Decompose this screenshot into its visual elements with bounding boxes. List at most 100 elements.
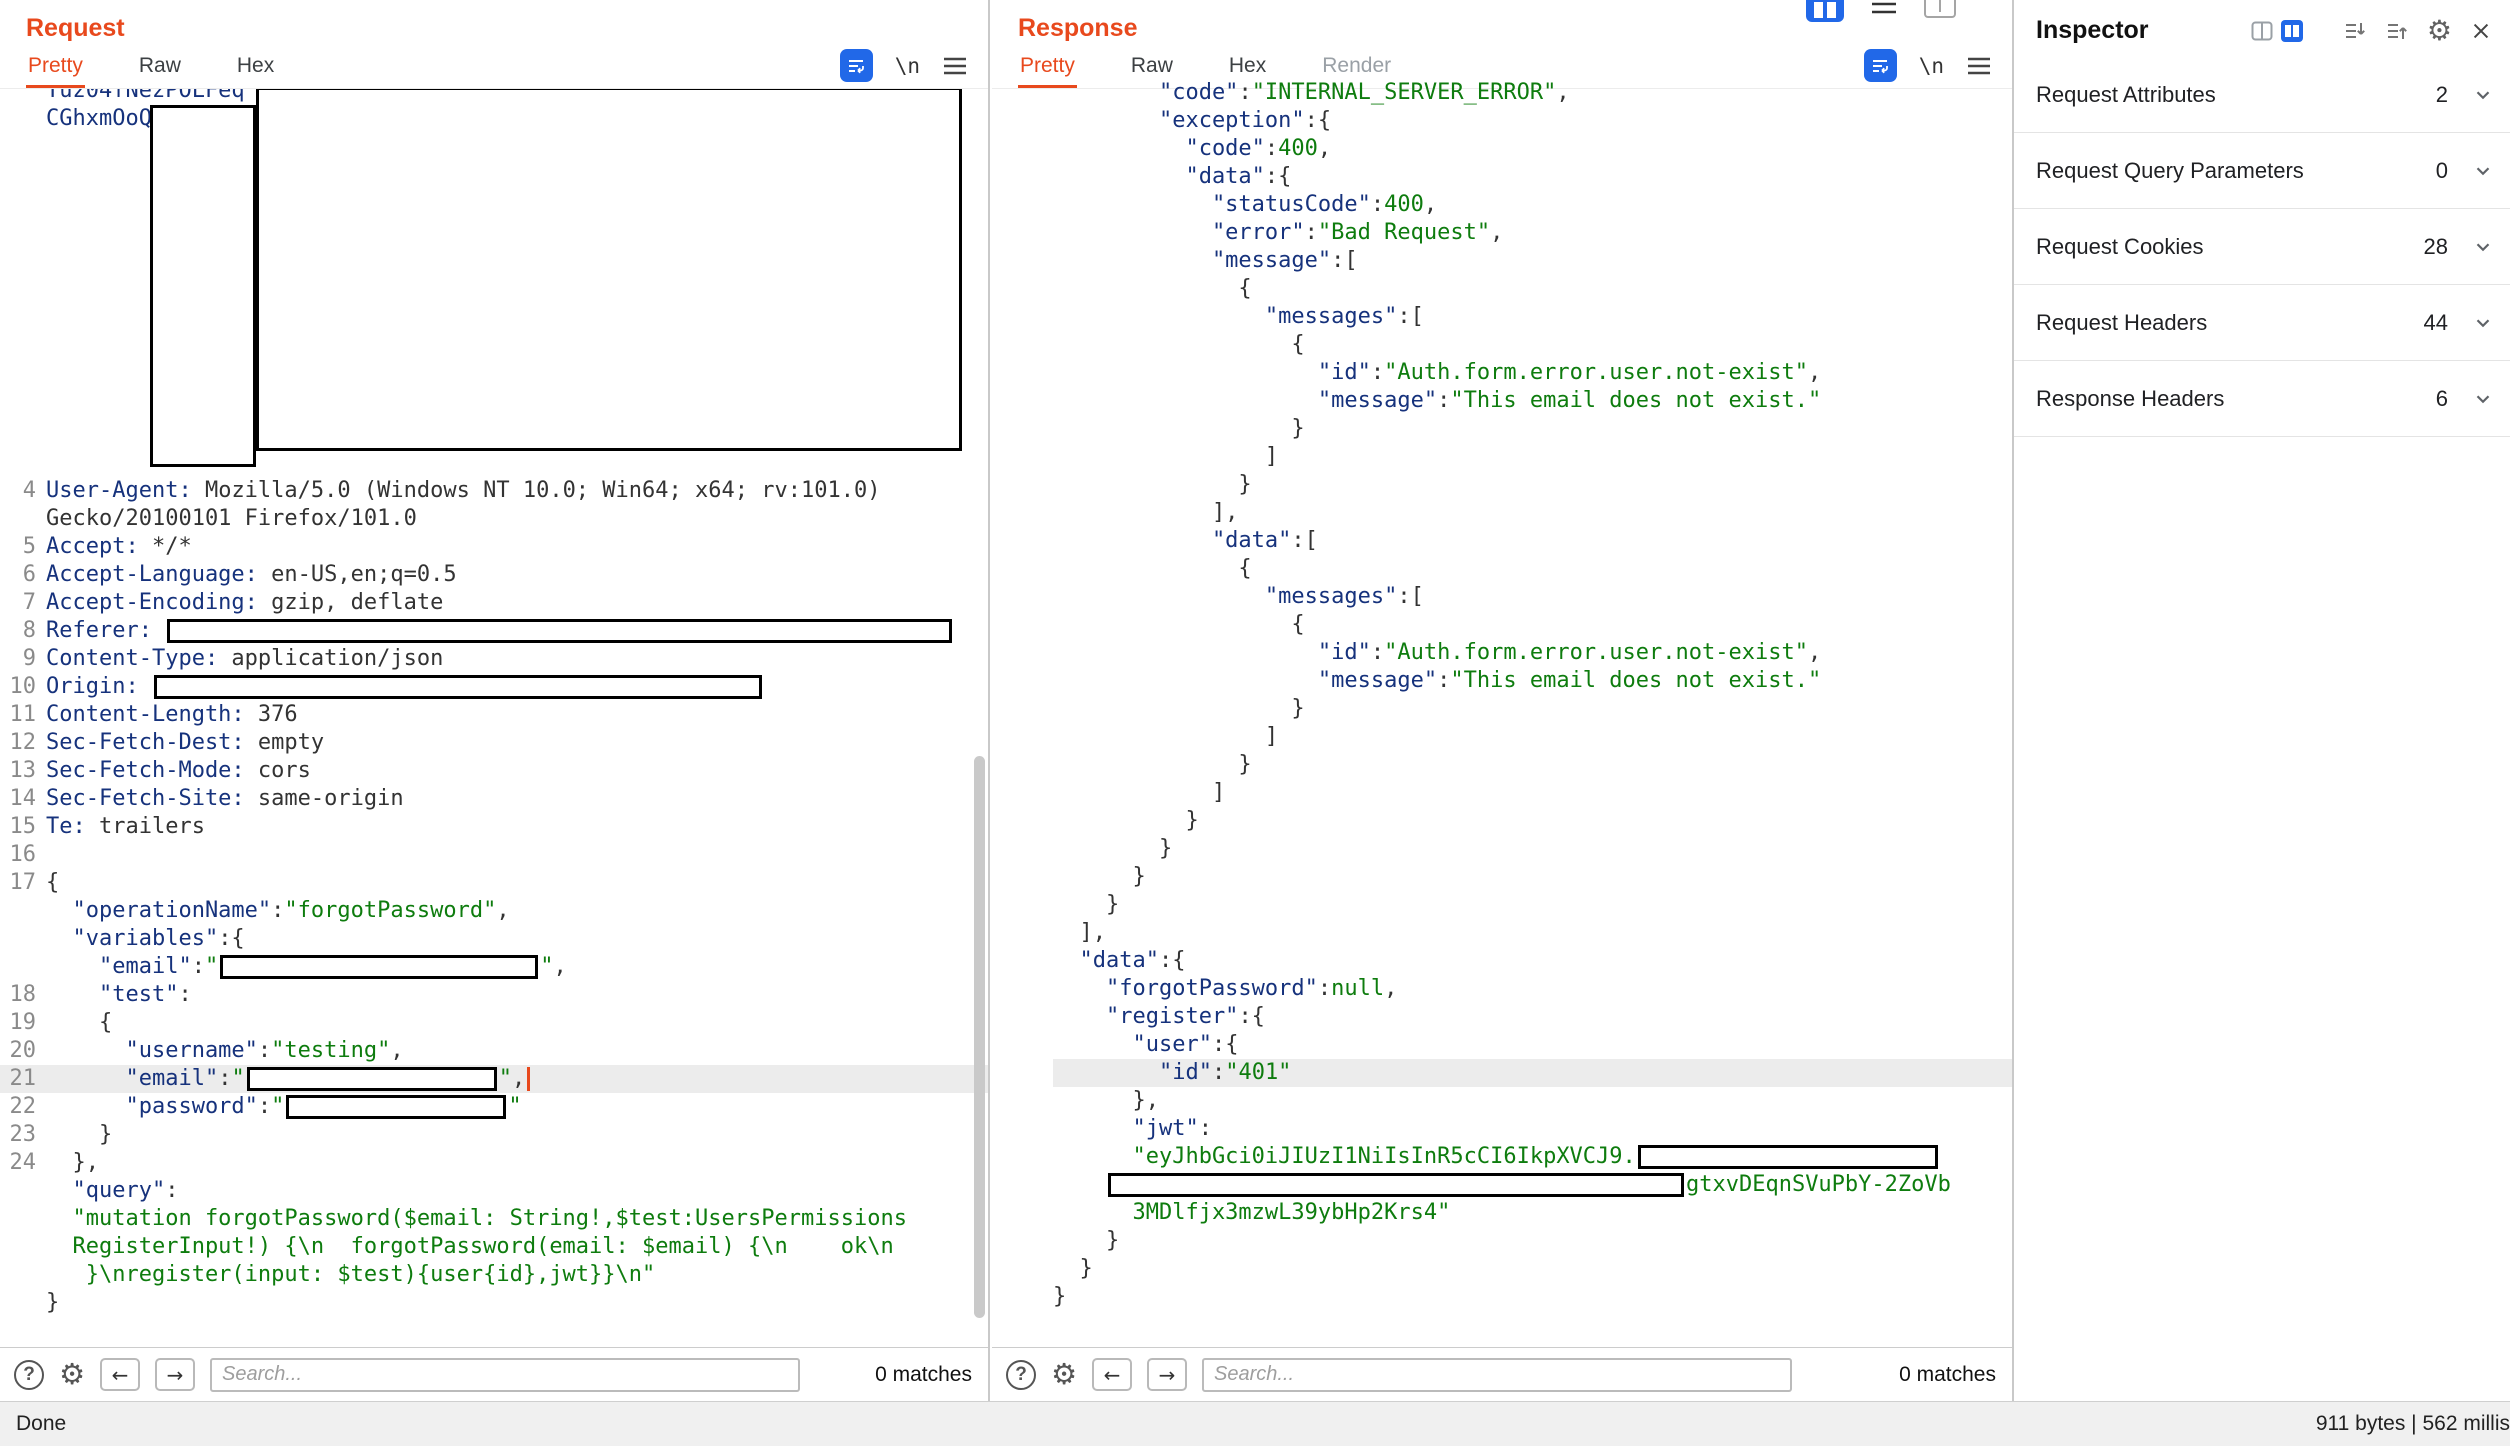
code-line: 3MDlfjx3mzwL39ybHp2Krs4" [1053, 1199, 2012, 1227]
single-view-icon[interactable] [1924, 0, 1956, 18]
prev-match-button[interactable]: ← [1092, 1358, 1132, 1391]
code-text: } [1053, 864, 1146, 889]
code-text: } [1053, 1256, 1093, 1281]
line-number: 12 [0, 729, 36, 757]
close-icon[interactable] [2470, 20, 2492, 42]
line-number [0, 1289, 36, 1317]
line-number: 16 [0, 841, 36, 869]
prev-match-button[interactable]: ← [100, 1358, 140, 1391]
code-line: } [1053, 1283, 2012, 1311]
request-code-editor[interactable]: Tuz04fNezPOLFeq CGhxmOoQ8WXmtL4 4User-Ag… [0, 89, 988, 1347]
code-text: application/json [218, 646, 443, 671]
code-text: , [1490, 220, 1503, 245]
line-number: 8 [0, 617, 36, 645]
line-number [0, 925, 36, 953]
code-text: Content-Length: [46, 702, 245, 727]
code-text: } [1053, 1284, 1066, 1309]
code-text: , [1808, 640, 1821, 665]
code-line: "code":"INTERNAL_SERVER_ERROR", [1053, 79, 2012, 107]
inspector-section-request-attributes[interactable]: Request Attributes 2 [2014, 57, 2510, 133]
code-text: : [1371, 360, 1384, 385]
code-text: Gecko/20100101 Firefox/101.0 [46, 506, 417, 531]
code-line: { [1053, 331, 2012, 359]
inspector-settings-icon[interactable]: ⚙ [2427, 14, 2452, 47]
inspector-header: Inspector ⚙ [2014, 0, 2510, 57]
split-view-icon[interactable] [1806, 0, 1844, 22]
layout-single-icon[interactable] [2251, 20, 2273, 42]
request-scrollbar[interactable] [974, 756, 985, 1318]
newline-toggle-icon[interactable]: \n [895, 54, 920, 78]
request-match-count: 0 matches [875, 1363, 972, 1387]
code-line: } [1053, 863, 2012, 891]
inspector-section-request-headers[interactable]: Request Headers 44 [2014, 285, 2510, 361]
line-number: 7 [0, 589, 36, 617]
next-match-button[interactable]: → [1147, 1358, 1187, 1391]
expand-all-icon[interactable] [2385, 19, 2409, 43]
code-line: "error":"Bad Request", [1053, 219, 2012, 247]
code-line: } [1053, 1227, 2012, 1255]
code-line: } [1053, 1255, 2012, 1283]
code-text: { [1053, 276, 1252, 301]
help-icon[interactable]: ? [14, 1360, 44, 1390]
code-text: "messages" [1053, 584, 1397, 609]
code-text: : [1437, 388, 1450, 413]
soft-wrap-icon[interactable] [1864, 49, 1897, 82]
line-number: 13 [0, 757, 36, 785]
request-search-input[interactable] [210, 1358, 800, 1392]
code-text: 400 [1278, 136, 1318, 161]
code-text: { [1053, 612, 1305, 637]
code-line: "user":{ [1053, 1031, 2012, 1059]
response-code-viewer[interactable]: "code":"INTERNAL_SERVER_ERROR", "excepti… [992, 79, 2012, 1347]
tab-hex[interactable]: Hex [235, 44, 276, 88]
response-search-input[interactable] [1202, 1358, 1792, 1392]
search-settings-icon[interactable]: ⚙ [59, 1360, 85, 1389]
layout-split-icon[interactable] [2281, 20, 2303, 42]
code-text: , [1808, 360, 1821, 385]
code-text: 400 [1384, 192, 1424, 217]
code-text: cors [245, 758, 311, 783]
code-line: } [1053, 835, 2012, 863]
code-line: "variables":{ [0, 925, 988, 953]
code-line: "query": [0, 1177, 988, 1205]
code-line: "id":"Auth.form.error.user.not-exist", [1053, 639, 2012, 667]
soft-wrap-icon[interactable] [840, 49, 873, 82]
code-text: "id" [1053, 1060, 1212, 1085]
code-line: 7Accept-Encoding: gzip, deflate [0, 589, 988, 617]
code-line: 10Origin: [0, 673, 988, 701]
redacted-header-region: Tuz04fNezPOLFeq CGhxmOoQ8WXmtL4 [0, 89, 988, 477]
code-text: :{ [1305, 108, 1332, 133]
next-match-button[interactable]: → [155, 1358, 195, 1391]
line-number: 20 [0, 1037, 36, 1065]
tab-raw[interactable]: Raw [137, 44, 183, 88]
code-line: "data":{ [1053, 947, 2012, 975]
menu-icon[interactable] [942, 55, 968, 77]
code-text: :{ [1265, 164, 1292, 189]
line-number: 14 [0, 785, 36, 813]
search-settings-icon[interactable]: ⚙ [1051, 1360, 1077, 1389]
code-line: } [1053, 751, 2012, 779]
code-text: "exception" [1053, 108, 1305, 133]
code-text: : [1318, 976, 1331, 1001]
code-text: } [1053, 836, 1172, 861]
code-text: gzip, deflate [258, 590, 443, 615]
code-text: null [1331, 976, 1384, 1001]
tab-pretty[interactable]: Pretty [26, 44, 85, 88]
chevron-down-icon [2472, 236, 2494, 258]
section-label: Request Query Parameters [2036, 158, 2304, 184]
request-panel-title: Request [0, 0, 988, 43]
redaction-box [1108, 1173, 1684, 1197]
code-text: :{ [218, 926, 245, 951]
menu-icon[interactable] [1966, 55, 1992, 77]
section-count-badge: 28 [2394, 234, 2448, 260]
newline-toggle-icon[interactable]: \n [1919, 54, 1944, 78]
code-text: , [1424, 192, 1437, 217]
inspector-section-response-headers[interactable]: Response Headers 6 [2014, 361, 2510, 437]
inspector-section-request-query-parameters[interactable]: Request Query Parameters 0 [2014, 133, 2510, 209]
redaction-box [154, 675, 762, 699]
collapse-all-icon[interactable] [2343, 19, 2367, 43]
code-text: "id" [1053, 640, 1371, 665]
inspector-section-request-cookies[interactable]: Request Cookies 28 [2014, 209, 2510, 285]
help-icon[interactable]: ? [1006, 1360, 1036, 1390]
code-text: , [1556, 80, 1569, 105]
panel-menu-icon[interactable] [1870, 0, 1898, 16]
